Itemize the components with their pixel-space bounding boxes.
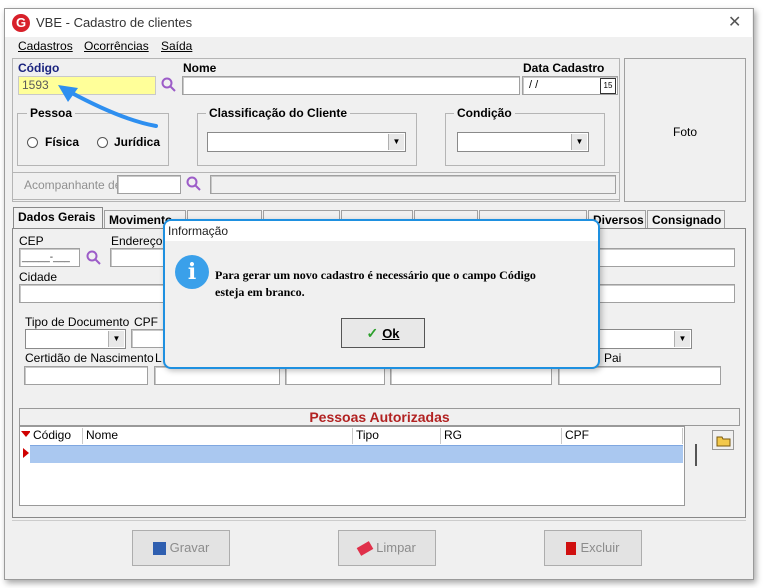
app-logo-icon: G xyxy=(12,14,30,32)
limpar-button[interactable]: Limpar xyxy=(338,530,436,566)
select-right[interactable]: ▼ xyxy=(597,329,692,349)
classificacao-title: Classificação do Cliente xyxy=(206,106,351,120)
search-icon[interactable] xyxy=(86,250,102,266)
classificacao-select[interactable]: ▼ xyxy=(207,132,406,152)
grid-scrollbar[interactable] xyxy=(695,444,697,466)
endereco-label: Endereço xyxy=(111,234,163,248)
codigo-label: Código xyxy=(18,61,60,75)
folder-button[interactable] xyxy=(712,430,734,450)
menu-saida[interactable]: Saída xyxy=(161,39,192,53)
pessoas-autorizadas-title: Pessoas Autorizadas xyxy=(19,408,740,426)
floppy-icon xyxy=(152,542,166,556)
tab-dados-gerais[interactable]: Dados Gerais xyxy=(13,207,103,228)
limpar-label: Limpar xyxy=(376,540,416,555)
dialog-title: Informação xyxy=(168,224,229,238)
row-pointer-icon xyxy=(23,448,29,458)
cep-label: CEP xyxy=(19,234,44,248)
ok-button[interactable]: ✓ Ok xyxy=(341,318,425,348)
radio-fisica[interactable] xyxy=(27,137,38,148)
col-tipo[interactable]: Tipo xyxy=(353,428,441,444)
ok-label: Ok xyxy=(382,326,400,341)
window-title: VBE - Cadastro de clientes xyxy=(36,15,193,30)
folder-icon xyxy=(716,436,731,447)
cpf-input[interactable] xyxy=(131,329,164,348)
excluir-button[interactable]: Excluir xyxy=(544,530,642,566)
condicao-title: Condição xyxy=(454,106,515,120)
info-icon: i xyxy=(175,255,209,289)
acompanhante-input[interactable] xyxy=(117,175,181,194)
dialog-message-line2: esteja em branco. xyxy=(215,285,305,299)
chevron-down-icon[interactable]: ▼ xyxy=(388,134,404,150)
acompanhante-name-field xyxy=(210,175,616,194)
menu-ocorrencias[interactable]: Ocorrências xyxy=(84,39,149,53)
dialog-message-line1: Para gerar um novo cadastro é necessário… xyxy=(215,268,536,282)
field-right-2[interactable] xyxy=(597,284,735,303)
calendar-icon[interactable]: 15 xyxy=(600,78,616,94)
tab-consignado[interactable]: Consignado xyxy=(647,210,725,228)
col-cpf[interactable]: CPF xyxy=(562,428,683,444)
gravar-button[interactable]: Gravar xyxy=(132,530,230,566)
juridica-label: Jurídica xyxy=(114,135,161,149)
cidade-label: Cidade xyxy=(19,270,58,284)
search-icon[interactable] xyxy=(186,176,202,192)
nome-input[interactable] xyxy=(182,76,520,95)
endereco-input[interactable] xyxy=(110,248,165,267)
col-nome[interactable]: Nome xyxy=(83,428,353,444)
certidao-input[interactable] xyxy=(24,366,148,385)
annotation-arrow-icon xyxy=(58,85,158,128)
certidao-label: Certidão de Nascimento xyxy=(25,351,154,365)
eraser-icon xyxy=(356,541,374,556)
acompanhante-label: Acompanhante de xyxy=(24,178,122,192)
gravar-label: Gravar xyxy=(169,540,210,555)
radio-juridica[interactable] xyxy=(97,137,108,148)
col-rg[interactable]: RG xyxy=(441,428,562,444)
check-icon: ✓ xyxy=(366,325,379,341)
tipo-documento-select[interactable]: ▼ xyxy=(25,329,126,349)
menu-cadastros[interactable]: Cadastros xyxy=(18,39,73,53)
dialog-title-bar xyxy=(165,221,598,241)
foto-label: Foto xyxy=(673,125,698,139)
search-icon[interactable] xyxy=(161,77,177,93)
col-codigo[interactable]: Código xyxy=(30,428,83,444)
trash-icon xyxy=(566,542,577,556)
condicao-select[interactable]: ▼ xyxy=(457,132,589,152)
chevron-down-icon[interactable]: ▼ xyxy=(108,331,124,347)
close-icon[interactable]: ✕ xyxy=(728,12,741,32)
nome-label: Nome xyxy=(183,61,217,75)
cpf-label: CPF xyxy=(134,315,158,329)
l-label: L xyxy=(155,351,162,365)
data-cadastro-label: Data Cadastro xyxy=(523,61,605,75)
grid-selected-row[interactable] xyxy=(30,445,683,463)
chevron-down-icon[interactable]: ▼ xyxy=(674,331,690,347)
chevron-down-icon[interactable]: ▼ xyxy=(571,134,587,150)
field-right-1[interactable] xyxy=(597,248,735,267)
cidade-input[interactable] xyxy=(19,284,164,303)
excluir-label: Excluir xyxy=(580,540,620,555)
cep-input[interactable]: _____-___ xyxy=(19,248,80,267)
fisica-label: Física xyxy=(45,135,80,149)
pai-label: Pai xyxy=(604,351,622,365)
tipo-documento-label: Tipo de Documento xyxy=(25,315,130,329)
